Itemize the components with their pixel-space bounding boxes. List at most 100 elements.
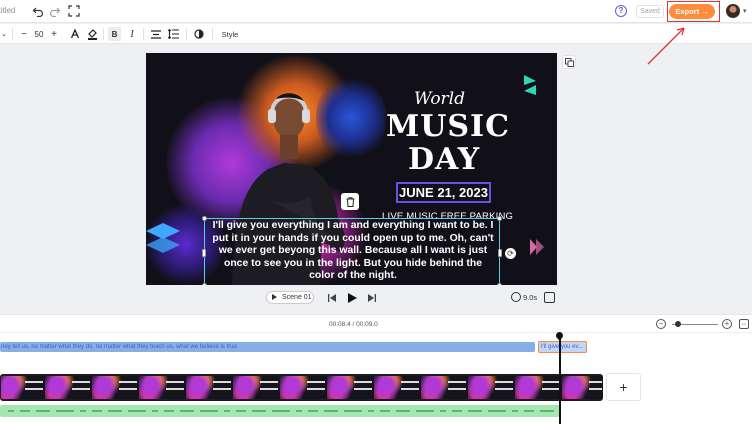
video-thumbnail bbox=[468, 376, 516, 399]
audio-waveform bbox=[272, 410, 290, 412]
add-scene-button[interactable]: + bbox=[606, 373, 641, 401]
scene-label: Scene 01 bbox=[282, 294, 312, 301]
audio-waveform bbox=[236, 410, 246, 412]
undo-icon[interactable] bbox=[31, 4, 45, 18]
align-center-icon[interactable] bbox=[150, 27, 162, 41]
diamond-shape-icon bbox=[146, 223, 180, 253]
resize-handle[interactable] bbox=[202, 283, 207, 285]
zoom-out-icon[interactable]: − bbox=[656, 319, 666, 329]
project-title[interactable]: ntitled bbox=[0, 6, 15, 15]
font-size-decrease-button[interactable]: − bbox=[19, 27, 29, 41]
audio-waveform bbox=[56, 410, 74, 412]
play-scene-icon bbox=[272, 294, 277, 300]
fit-timeline-icon[interactable]: ↔ bbox=[739, 319, 749, 329]
audio-waveform bbox=[416, 410, 434, 412]
audio-waveform bbox=[164, 410, 174, 412]
redo-icon[interactable] bbox=[48, 4, 62, 18]
divider bbox=[143, 28, 144, 40]
video-thumbnail bbox=[374, 376, 422, 399]
audio-waveform bbox=[308, 410, 318, 412]
video-canvas[interactable]: World MUSIC DAY JUNE 21, 2023 LIVE MUSIC… bbox=[146, 53, 557, 285]
chevron-down-icon[interactable]: ▾ bbox=[743, 7, 747, 15]
audio-track[interactable] bbox=[0, 405, 560, 417]
bold-button[interactable]: B bbox=[108, 27, 121, 41]
audio-waveform bbox=[396, 410, 410, 412]
video-thumbnail bbox=[92, 376, 140, 399]
caption-text[interactable]: I'll give you everything I am and everyt… bbox=[210, 220, 496, 283]
opacity-icon[interactable] bbox=[193, 27, 205, 41]
video-thumbnail bbox=[280, 376, 328, 399]
zoom-in-icon[interactable]: + bbox=[722, 319, 732, 329]
layers-icon[interactable] bbox=[562, 55, 576, 69]
export-button[interactable]: Export → bbox=[669, 4, 715, 19]
audio-waveform bbox=[512, 410, 518, 412]
rotate-icon[interactable]: ⟳ bbox=[505, 248, 516, 259]
line-spacing-icon[interactable] bbox=[167, 27, 179, 41]
help-icon[interactable]: ? bbox=[615, 5, 627, 17]
font-size-increase-button[interactable]: + bbox=[49, 27, 59, 41]
font-size-value[interactable]: 50 bbox=[31, 27, 47, 41]
audio-waveform bbox=[380, 410, 390, 412]
audio-waveform bbox=[540, 410, 554, 412]
resize-handle[interactable] bbox=[497, 283, 502, 285]
skip-forward-icon[interactable] bbox=[367, 292, 377, 303]
event-date[interactable]: JUNE 21, 2023 bbox=[396, 182, 491, 203]
divider bbox=[12, 28, 13, 40]
font-dropdown-chevron-icon[interactable]: ⌄ bbox=[0, 27, 8, 41]
play-icon[interactable] bbox=[346, 292, 358, 303]
headline-music[interactable]: MUSIC bbox=[386, 109, 510, 144]
audio-waveform bbox=[180, 410, 194, 412]
audio-waveform bbox=[108, 410, 122, 412]
resize-handle[interactable] bbox=[202, 249, 206, 257]
zoom-slider-handle[interactable] bbox=[675, 321, 681, 327]
video-thumbnail bbox=[139, 376, 187, 399]
clock-icon bbox=[511, 292, 521, 302]
video-thumbnail bbox=[327, 376, 375, 399]
audio-waveform bbox=[524, 410, 534, 412]
text-clip[interactable]: ney tell us, no matter what they do, no … bbox=[0, 342, 535, 352]
video-thumbnail bbox=[233, 376, 281, 399]
audio-waveform bbox=[368, 410, 374, 412]
audio-waveform bbox=[224, 410, 230, 412]
highlight-color-icon[interactable] bbox=[86, 27, 98, 41]
text-clip-selected[interactable]: I'll give you ev... bbox=[538, 341, 587, 353]
video-track[interactable] bbox=[0, 374, 603, 401]
scene-selector[interactable]: Scene 01 bbox=[266, 291, 314, 304]
headline-world[interactable]: World bbox=[414, 89, 465, 109]
fullscreen-icon[interactable] bbox=[544, 292, 555, 303]
audio-waveform bbox=[252, 410, 266, 412]
video-thumbnail bbox=[45, 376, 93, 399]
annotation-arrow-icon bbox=[647, 27, 685, 65]
audio-waveform bbox=[440, 410, 446, 412]
audio-waveform bbox=[20, 410, 30, 412]
resize-handle[interactable] bbox=[497, 216, 502, 221]
italic-button[interactable]: I bbox=[127, 27, 137, 41]
audio-waveform bbox=[80, 410, 86, 412]
audio-waveform bbox=[488, 410, 506, 412]
resize-handle[interactable] bbox=[498, 249, 502, 257]
delete-icon[interactable] bbox=[341, 193, 359, 210]
audio-waveform bbox=[92, 410, 102, 412]
scene-duration[interactable]: 9.0s bbox=[523, 293, 537, 302]
resize-handle[interactable] bbox=[202, 216, 207, 221]
time-readout: 00:08.4 / 00:09.0 bbox=[329, 321, 378, 328]
video-thumbnail bbox=[515, 376, 563, 399]
audio-waveform bbox=[36, 410, 50, 412]
divider bbox=[103, 28, 104, 40]
audio-waveform bbox=[296, 410, 302, 412]
fit-screen-icon[interactable] bbox=[67, 4, 81, 18]
video-thumbnail bbox=[421, 376, 469, 399]
avatar[interactable] bbox=[726, 4, 740, 18]
headline-day[interactable]: DAY bbox=[408, 142, 480, 177]
audio-waveform bbox=[200, 410, 218, 412]
skip-back-icon[interactable] bbox=[327, 292, 337, 303]
audio-waveform bbox=[152, 410, 158, 412]
text-color-icon[interactable] bbox=[69, 27, 81, 41]
logo-shape-icon bbox=[524, 75, 536, 95]
playhead[interactable] bbox=[559, 334, 561, 424]
audio-waveform bbox=[324, 410, 338, 412]
style-button[interactable]: Style bbox=[218, 27, 242, 41]
video-thumbnail bbox=[1, 376, 46, 399]
play-shape-icon bbox=[530, 239, 544, 255]
divider bbox=[0, 332, 752, 333]
